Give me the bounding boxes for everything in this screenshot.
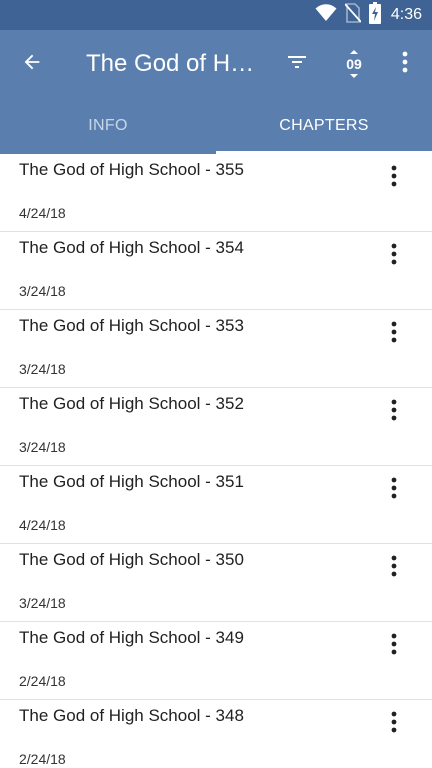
more-vert-icon: [391, 555, 397, 577]
wifi-icon: [315, 3, 337, 27]
chapter-list: The God of High School - 355 4/24/18 The…: [0, 154, 432, 768]
chapter-more-button[interactable]: [384, 706, 404, 738]
tab-info[interactable]: INFO: [0, 98, 216, 154]
filter-icon: [285, 50, 309, 79]
chapter-title: The God of High School - 351: [19, 472, 244, 491]
status-bar: 4:36: [0, 0, 432, 30]
chapter-more-button[interactable]: [384, 316, 404, 348]
chapter-row[interactable]: The God of High School - 353 3/24/18: [0, 310, 432, 388]
more-vert-icon: [391, 399, 397, 421]
chapter-row[interactable]: The God of High School - 350 3/24/18: [0, 544, 432, 622]
more-options-button[interactable]: [389, 48, 421, 80]
chapter-title: The God of High School - 352: [19, 394, 244, 413]
app-bar: The God of High School 09: [0, 30, 432, 98]
chapter-date: 3/24/18: [19, 595, 66, 611]
tab-chapters[interactable]: CHAPTERS: [216, 98, 432, 154]
chapter-date: 2/24/18: [19, 673, 66, 689]
no-sim-icon: [344, 2, 362, 28]
chapter-row[interactable]: The God of High School - 354 3/24/18: [0, 232, 432, 310]
chapter-date: 2/24/18: [19, 751, 66, 767]
chapter-more-button[interactable]: [384, 160, 404, 192]
more-vert-icon: [391, 633, 397, 655]
chapter-date: 3/24/18: [19, 439, 66, 455]
back-button[interactable]: [16, 48, 48, 80]
chapter-more-button[interactable]: [384, 550, 404, 582]
chapter-row[interactable]: The God of High School - 349 2/24/18: [0, 622, 432, 700]
chapter-row[interactable]: The God of High School - 351 4/24/18: [0, 466, 432, 544]
chapter-row[interactable]: The God of High School - 348 2/24/18: [0, 700, 432, 768]
chapter-row[interactable]: The God of High School - 352 3/24/18: [0, 388, 432, 466]
more-vert-icon: [391, 321, 397, 343]
chapter-title: The God of High School - 349: [19, 628, 244, 647]
more-vert-icon: [391, 711, 397, 733]
chapter-more-button[interactable]: [384, 472, 404, 504]
chapter-title: The God of High School - 354: [19, 238, 244, 257]
arrow-left-icon: [21, 51, 43, 78]
sort-label: 09: [346, 56, 362, 72]
status-icons: 4:36: [315, 1, 422, 29]
more-vert-icon: [391, 165, 397, 187]
chapter-title: The God of High School - 355: [19, 160, 244, 179]
chapter-row[interactable]: The God of High School - 355 4/24/18: [0, 154, 432, 232]
chapter-title: The God of High School - 350: [19, 550, 244, 569]
chapter-date: 4/24/18: [19, 517, 66, 533]
filter-button[interactable]: [281, 48, 313, 80]
chapter-date: 3/24/18: [19, 283, 66, 299]
battery-charging-icon: [368, 1, 381, 29]
more-vert-icon: [391, 477, 397, 499]
chapter-more-button[interactable]: [384, 628, 404, 660]
tab-bar: INFO CHAPTERS: [0, 98, 432, 154]
sort-numeric-icon: 09: [342, 49, 366, 79]
more-vert-icon: [402, 51, 408, 78]
status-time: 4:36: [390, 6, 422, 23]
chapter-date: 4/24/18: [19, 205, 66, 221]
chapter-date: 3/24/18: [19, 361, 66, 377]
page-title: The God of High School: [86, 50, 256, 77]
chapter-title: The God of High School - 348: [19, 706, 244, 725]
chapter-title: The God of High School - 353: [19, 316, 244, 335]
more-vert-icon: [391, 243, 397, 265]
chapter-more-button[interactable]: [384, 238, 404, 270]
chapter-more-button[interactable]: [384, 394, 404, 426]
sort-button[interactable]: 09: [338, 48, 370, 80]
